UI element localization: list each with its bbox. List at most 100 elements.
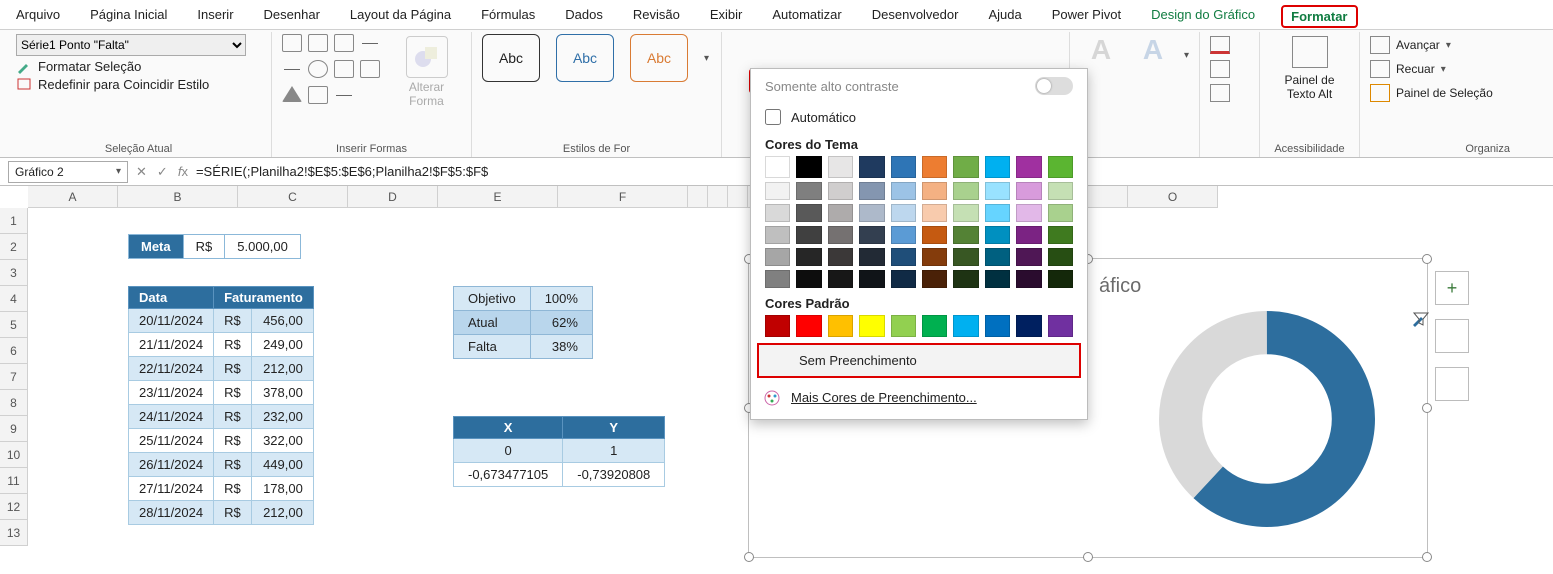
shape-style-2[interactable]: Abc <box>556 34 614 82</box>
more-fill-colors-item[interactable]: Mais Cores de Preenchimento... <box>751 382 1087 413</box>
color-swatch[interactable] <box>1016 270 1041 288</box>
automatic-color-row[interactable]: Automático <box>751 103 1087 131</box>
row-header[interactable]: 10 <box>0 442 28 468</box>
color-swatch[interactable] <box>891 226 916 244</box>
row-header[interactable]: 9 <box>0 416 28 442</box>
row-header[interactable]: 7 <box>0 364 28 390</box>
color-swatch[interactable] <box>828 248 853 266</box>
confirm-formula-icon[interactable]: ✓ <box>157 164 168 180</box>
color-swatch[interactable] <box>985 270 1010 288</box>
color-swatch[interactable] <box>796 182 821 200</box>
chart-title[interactable]: áfico <box>1099 275 1141 298</box>
color-swatch[interactable] <box>796 156 821 178</box>
shape-arrow-icon[interactable] <box>282 60 302 78</box>
color-swatch[interactable] <box>1048 226 1073 244</box>
color-swatch[interactable] <box>1048 156 1073 178</box>
color-swatch[interactable] <box>796 226 821 244</box>
shape-hex-icon[interactable] <box>308 86 328 104</box>
color-swatch[interactable] <box>953 248 978 266</box>
color-swatch[interactable] <box>828 182 853 200</box>
color-swatch[interactable] <box>1048 204 1073 222</box>
row-header[interactable]: 5 <box>0 312 28 338</box>
col-header[interactable] <box>708 186 728 208</box>
color-swatch[interactable] <box>1016 248 1041 266</box>
col-header[interactable]: C <box>238 186 348 208</box>
color-swatch[interactable] <box>922 226 947 244</box>
row-header[interactable]: 2 <box>0 234 28 260</box>
shape-triangle-icon[interactable] <box>282 86 302 102</box>
color-swatch[interactable] <box>1048 182 1073 200</box>
tab-desenhar[interactable]: Desenhar <box>260 5 324 28</box>
color-swatch[interactable] <box>953 226 978 244</box>
color-swatch[interactable] <box>953 156 978 178</box>
col-header[interactable]: B <box>118 186 238 208</box>
color-swatch[interactable] <box>765 248 790 266</box>
color-swatch[interactable] <box>891 270 916 288</box>
color-swatch[interactable] <box>859 270 884 288</box>
shape-rect2-icon[interactable] <box>308 34 328 52</box>
table-row[interactable]: 27/11/2024R$178,00 <box>129 477 314 501</box>
name-box[interactable]: Gráfico 2▾ <box>8 161 128 183</box>
tab-automatizar[interactable]: Automatizar <box>768 5 845 28</box>
color-swatch[interactable] <box>1048 248 1073 266</box>
shape-oval-icon[interactable] <box>308 60 328 78</box>
table-row[interactable]: 20/11/2024R$456,00 <box>129 309 314 333</box>
color-swatch[interactable] <box>765 270 790 288</box>
color-swatch[interactable] <box>765 204 790 222</box>
table-row[interactable]: 01 <box>454 439 665 463</box>
color-swatch[interactable] <box>796 315 821 337</box>
automatic-checkbox[interactable] <box>765 109 781 125</box>
text-effects-icon[interactable] <box>1210 84 1230 102</box>
color-swatch[interactable] <box>1016 156 1041 178</box>
alt-text-icon[interactable] <box>1292 36 1328 68</box>
row-header[interactable]: 1 <box>0 208 28 234</box>
color-swatch[interactable] <box>953 182 978 200</box>
table-row[interactable]: 21/11/2024R$249,00 <box>129 333 314 357</box>
row-header[interactable]: 8 <box>0 390 28 416</box>
color-swatch[interactable] <box>828 226 853 244</box>
tab-desenvolvedor[interactable]: Desenvolvedor <box>868 5 963 28</box>
table-row[interactable]: -0,673477105-0,73920808 <box>454 463 665 487</box>
col-header[interactable]: F <box>558 186 688 208</box>
format-selection-button[interactable]: Formatar Seleção <box>16 58 261 74</box>
color-swatch[interactable] <box>796 270 821 288</box>
tab-dados[interactable]: Dados <box>561 5 607 28</box>
tab-design-do-gr-fico[interactable]: Design do Gráfico <box>1147 5 1259 28</box>
tab-ajuda[interactable]: Ajuda <box>984 5 1025 28</box>
color-swatch[interactable] <box>891 248 916 266</box>
color-swatch[interactable] <box>891 182 916 200</box>
shape-rect3-icon[interactable] <box>360 60 380 78</box>
shape-line-icon[interactable] <box>360 34 380 52</box>
tab-formatar[interactable]: Formatar <box>1281 5 1357 28</box>
color-swatch[interactable] <box>859 315 884 337</box>
tab-f-rmulas[interactable]: Fórmulas <box>477 5 539 28</box>
bring-forward-button[interactable]: Avançar▾ <box>1370 36 1510 54</box>
color-swatch[interactable] <box>765 315 790 337</box>
color-swatch[interactable] <box>765 182 790 200</box>
color-swatch[interactable] <box>985 315 1010 337</box>
send-backward-button[interactable]: Recuar▾ <box>1370 60 1510 78</box>
color-swatch[interactable] <box>859 156 884 178</box>
color-swatch[interactable] <box>985 226 1010 244</box>
chart-styles-button[interactable] <box>1435 319 1469 353</box>
shape-style-1[interactable]: Abc <box>482 34 540 82</box>
wordart-more-icon[interactable]: ▾ <box>1184 50 1189 61</box>
tab-inserir[interactable]: Inserir <box>193 5 237 28</box>
color-swatch[interactable] <box>828 315 853 337</box>
tab-layout-da-p-gina[interactable]: Layout da Página <box>346 5 455 28</box>
shape-style-3[interactable]: Abc <box>630 34 688 82</box>
color-swatch[interactable] <box>1016 226 1041 244</box>
color-swatch[interactable] <box>922 315 947 337</box>
chart-element-select[interactable]: Série1 Ponto "Falta" <box>16 34 246 56</box>
color-swatch[interactable] <box>985 204 1010 222</box>
table-row[interactable]: 23/11/2024R$378,00 <box>129 381 314 405</box>
color-swatch[interactable] <box>891 204 916 222</box>
col-header[interactable]: E <box>438 186 558 208</box>
color-swatch[interactable] <box>1048 270 1073 288</box>
chart-filter-button[interactable] <box>1435 367 1469 401</box>
table-row[interactable]: 26/11/2024R$449,00 <box>129 453 314 477</box>
color-swatch[interactable] <box>796 248 821 266</box>
row-header[interactable]: 13 <box>0 520 28 546</box>
color-swatch[interactable] <box>922 182 947 200</box>
contrast-toggle[interactable] <box>1035 77 1073 95</box>
